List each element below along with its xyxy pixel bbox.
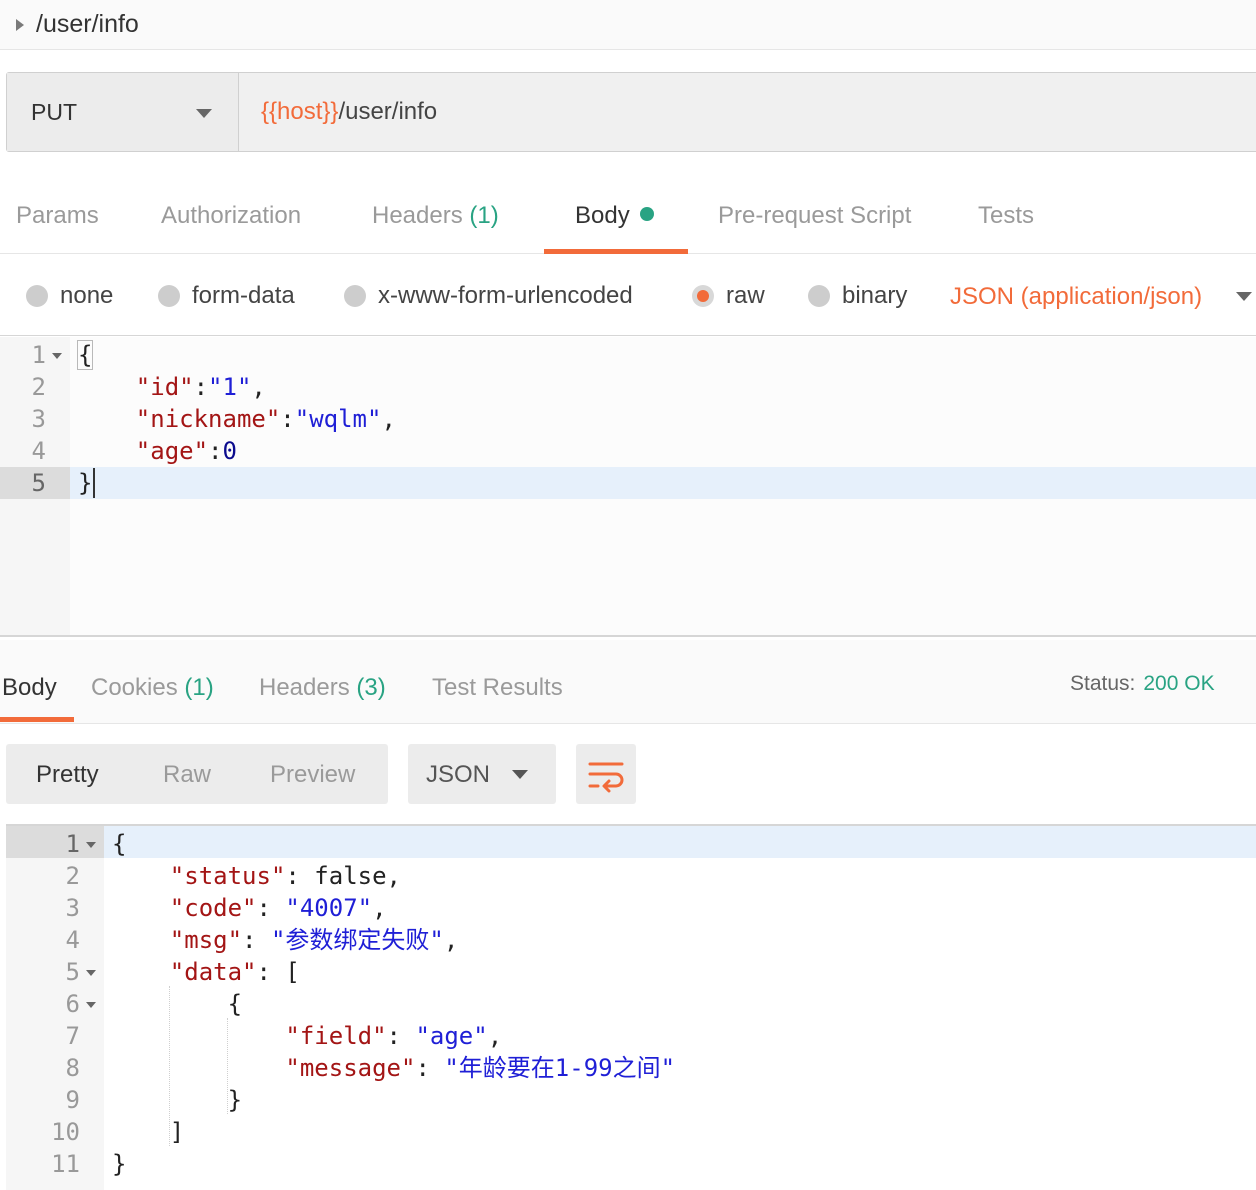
line-number: 5	[31, 469, 46, 497]
line-number: 4	[31, 437, 46, 465]
code-line: }	[112, 1086, 243, 1114]
fold-toggle-icon[interactable]	[52, 353, 62, 359]
code-line: "field": "age",	[285, 1022, 503, 1050]
tab-tests[interactable]: Tests	[978, 202, 1034, 230]
radio-selected-icon	[692, 285, 714, 307]
response-status: Status: 200 OK	[1070, 672, 1215, 695]
active-resp-tab-underline	[0, 717, 74, 722]
code-line: "id":"1",	[135, 373, 266, 401]
line-number: 8	[65, 1054, 80, 1082]
headers-count: (1)	[469, 202, 499, 229]
request-tabs: Params Authorization Headers (1) Body Pr…	[0, 172, 1256, 254]
line-number: 5	[6, 956, 96, 988]
code-line: "data": [	[169, 958, 300, 986]
line-number: 3	[65, 894, 80, 922]
radio-circle-icon	[158, 285, 180, 307]
code-line: }	[78, 469, 93, 497]
content-type-select[interactable]: JSON (application/json)	[950, 283, 1202, 311]
code-line: "message": "年龄要在1-99之间"	[285, 1054, 676, 1082]
url-path: /user/info	[338, 98, 438, 125]
line-number: 7	[65, 1022, 80, 1050]
code-line: }	[112, 1150, 127, 1178]
wrap-lines-button[interactable]	[576, 744, 636, 804]
url-bar: PUT {{host}}/user/info	[6, 72, 1256, 152]
chevron-down-icon	[196, 109, 212, 118]
fold-toggle-icon[interactable]	[86, 970, 96, 976]
code-line: {	[112, 990, 243, 1018]
format-label: JSON	[426, 761, 491, 788]
radio-none[interactable]: none	[26, 282, 113, 310]
resp-tab-body[interactable]: Body	[2, 674, 57, 702]
url-input[interactable]: {{host}}/user/info	[239, 73, 437, 151]
tab-authorization[interactable]: Authorization	[161, 202, 301, 230]
line-number: 2	[31, 373, 46, 401]
line-number: 2	[65, 862, 80, 890]
code-line: "status": false,	[169, 862, 401, 890]
resp-tab-headers[interactable]: Headers (3)	[259, 674, 386, 702]
active-tab-underline	[544, 249, 688, 254]
code-line: "nickname":"wqlm",	[135, 405, 396, 433]
line-number: 6	[6, 988, 96, 1020]
response-body-viewer[interactable]: 1 2 3 4 5 6 7 8 9 10 11 { "status": false, "code":…	[6, 824, 1256, 1190]
radio-circle-icon	[344, 285, 366, 307]
line-number: 4	[65, 926, 80, 954]
text-cursor	[93, 468, 95, 498]
active-line-highlight	[70, 467, 1256, 499]
radio-x-www-form-urlencoded[interactable]: x-www-form-urlencoded	[344, 282, 633, 310]
line-number: 1	[0, 339, 62, 371]
request-body-editor[interactable]: 12 3 4 5 { "id":"1", "nickname":"wqlm", "ag…	[0, 337, 1256, 637]
radio-binary[interactable]: binary	[808, 282, 907, 310]
resp-tab-test-results[interactable]: Test Results	[432, 674, 563, 702]
radio-circle-icon	[26, 285, 48, 307]
radio-raw[interactable]: raw	[692, 282, 765, 310]
line-number: 1	[6, 828, 96, 860]
view-mode-group: Pretty Raw Preview	[6, 744, 388, 804]
active-line-highlight	[104, 826, 1256, 858]
line-number: 11	[51, 1150, 80, 1178]
code-line: "msg": "参数绑定失败",	[169, 926, 459, 954]
request-name: /user/info	[36, 10, 139, 38]
code-line: {	[76, 340, 94, 370]
tab-prerequest-script[interactable]: Pre-request Script	[718, 202, 911, 230]
tab-body[interactable]: Body	[575, 202, 654, 230]
radio-form-data[interactable]: form-data	[158, 282, 295, 310]
pretty-button[interactable]: Pretty	[36, 761, 99, 789]
tab-headers[interactable]: Headers (1)	[372, 202, 499, 230]
wrap-lines-icon	[588, 762, 624, 793]
method-label: PUT	[31, 98, 77, 125]
format-select[interactable]: JSON	[408, 744, 556, 804]
fold-toggle-icon[interactable]	[86, 842, 96, 848]
chevron-down-icon[interactable]	[1236, 292, 1252, 301]
status-value: 200 OK	[1143, 672, 1215, 695]
line-number: 10	[51, 1118, 80, 1146]
code-line: {	[112, 830, 127, 858]
response-tabs: Body Cookies (1) Headers (3) Test Result…	[0, 640, 1256, 724]
raw-button[interactable]: Raw	[163, 761, 211, 789]
request-name-bar[interactable]: /user/info	[0, 0, 1256, 50]
tab-params[interactable]: Params	[16, 202, 99, 230]
body-indicator-dot	[639, 207, 654, 221]
code-line: ]	[112, 1118, 185, 1146]
caret-right-icon[interactable]	[16, 18, 24, 31]
method-select[interactable]: PUT	[7, 73, 239, 151]
resp-headers-count: (3)	[356, 674, 386, 701]
radio-circle-icon	[808, 285, 830, 307]
chevron-down-icon	[512, 770, 528, 779]
fold-toggle-icon[interactable]	[86, 1002, 96, 1008]
line-number: 9	[65, 1086, 80, 1114]
code-line: "code": "4007",	[169, 894, 387, 922]
line-number: 3	[31, 405, 46, 433]
resp-tab-cookies[interactable]: Cookies (1)	[91, 674, 214, 702]
body-type-selector: none form-data x-www-form-urlencoded raw…	[0, 256, 1256, 336]
code-line: "age":0	[135, 437, 237, 465]
preview-button[interactable]: Preview	[270, 761, 355, 789]
cookies-count: (1)	[184, 674, 214, 701]
url-variable: {{host}}	[261, 98, 339, 125]
